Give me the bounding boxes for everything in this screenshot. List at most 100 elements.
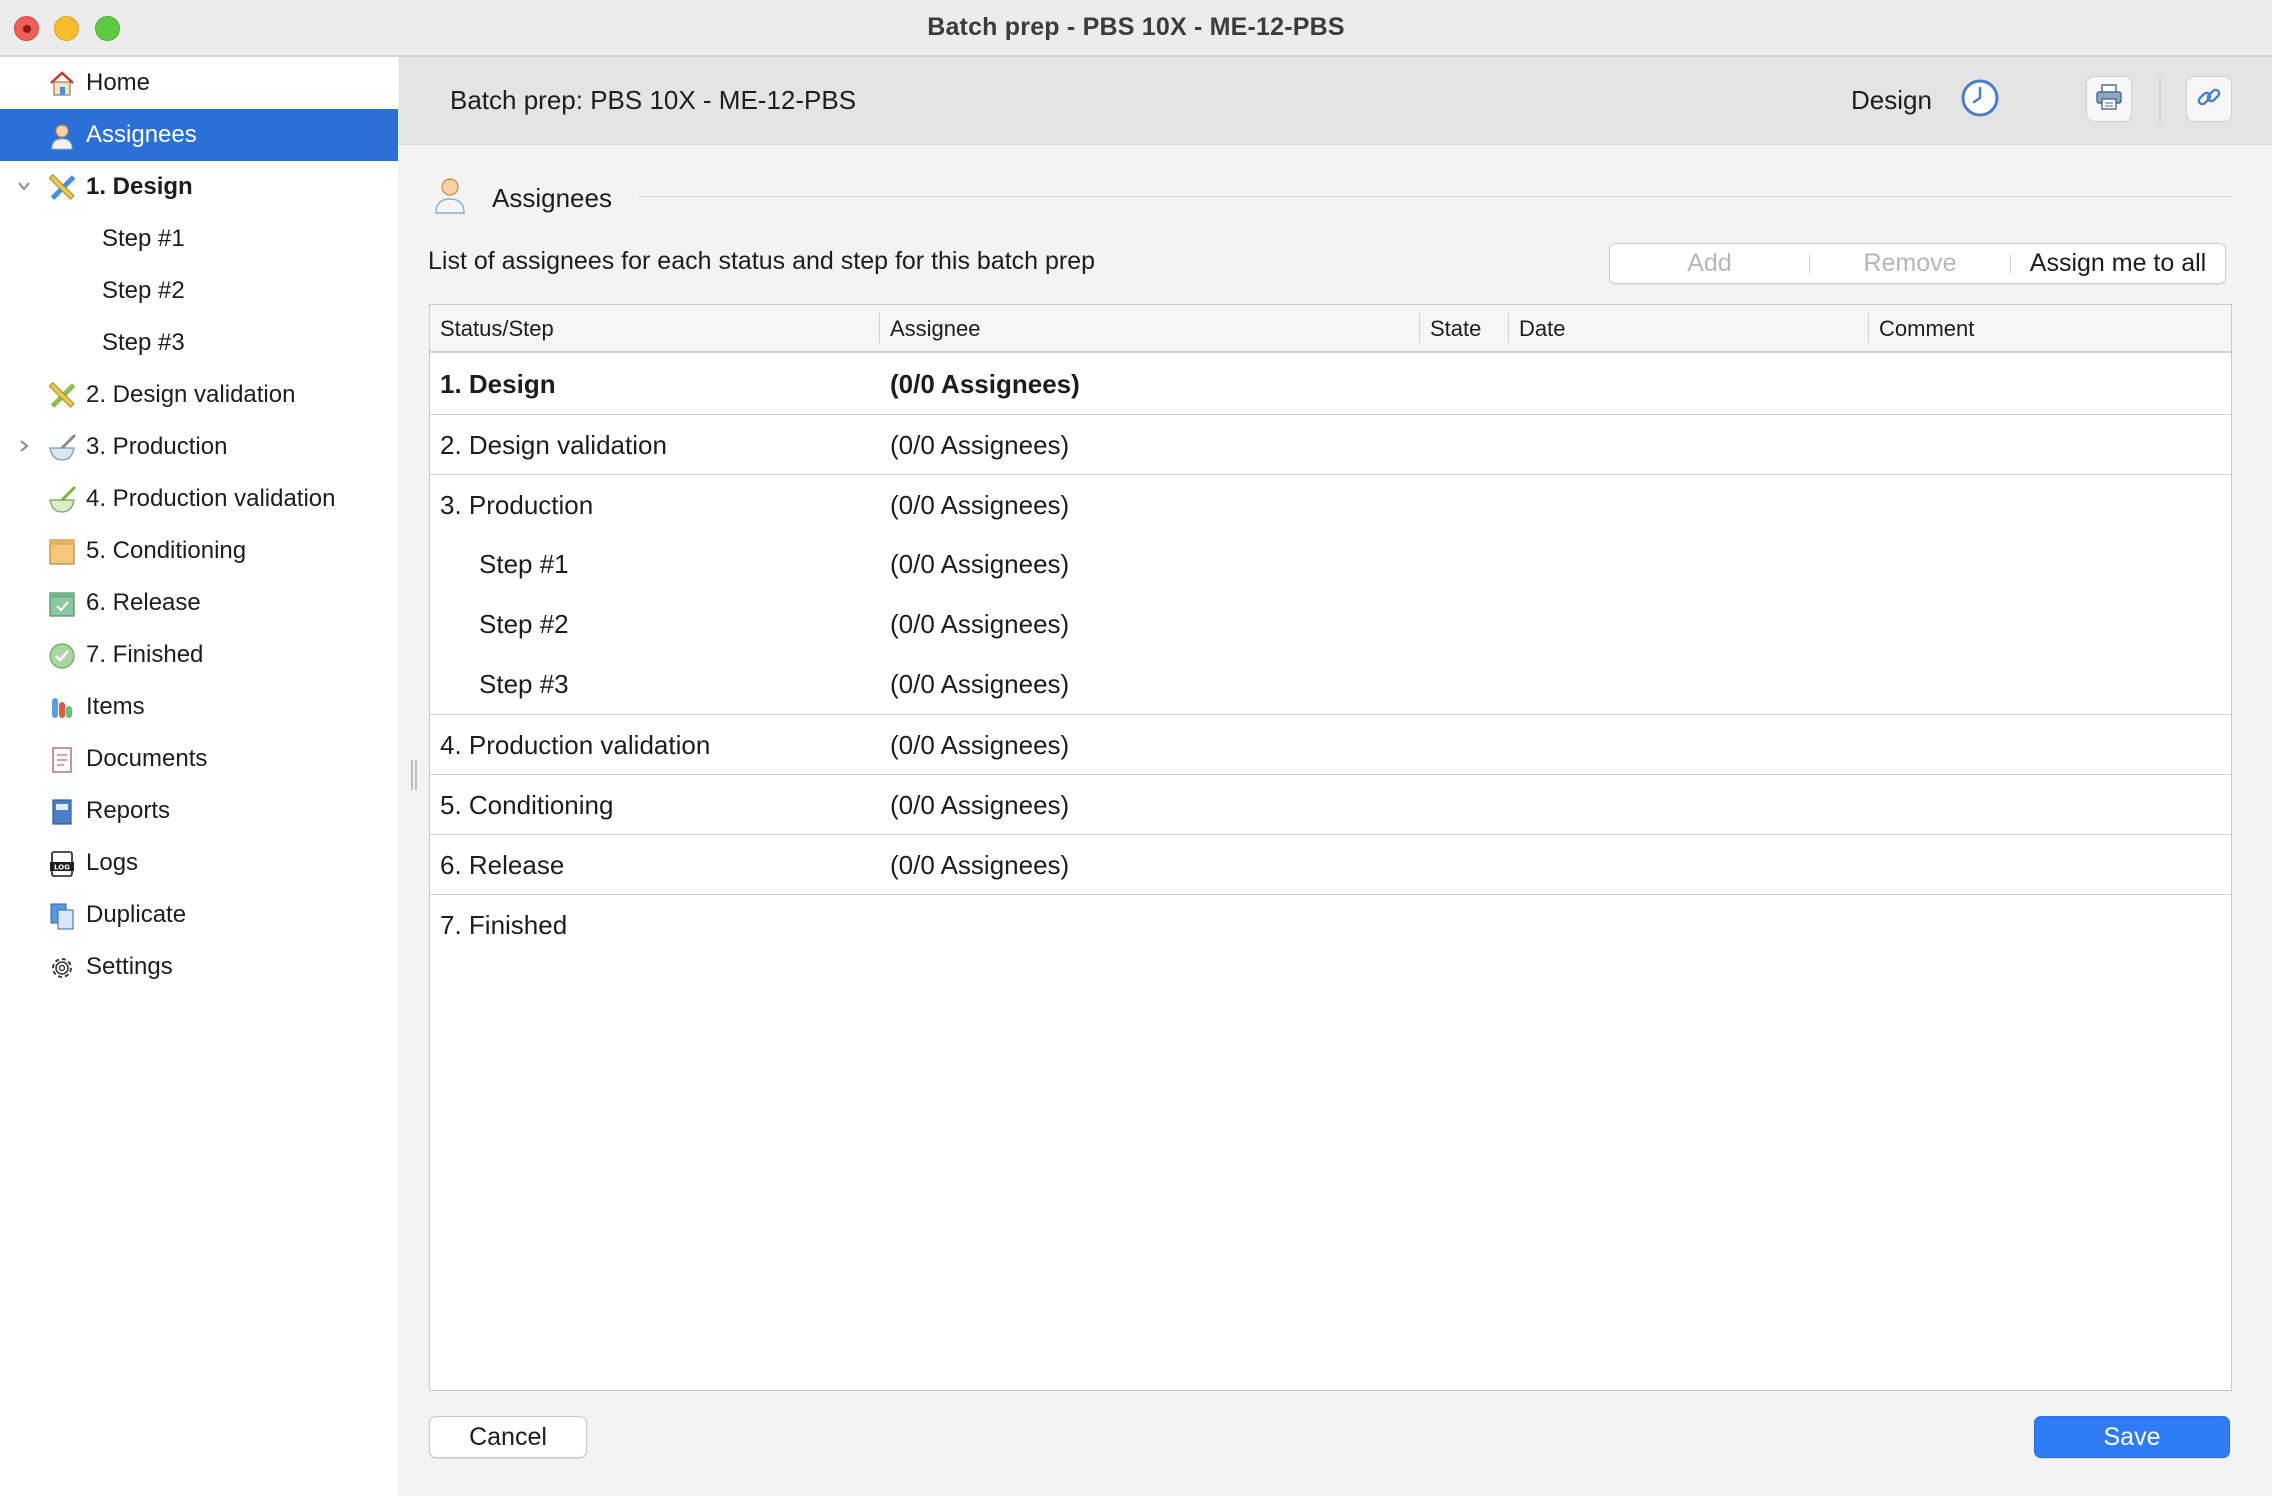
mortar-check-icon (48, 486, 76, 514)
table-row-production-validation[interactable]: 4. Production validation (0/0 Assignees) (430, 714, 2231, 774)
sidebar-item-design-step-3[interactable]: Step #3 (0, 317, 398, 369)
sidebar-item-design-validation[interactable]: 2. Design validation (0, 369, 398, 421)
history-clock-icon[interactable] (1959, 77, 2001, 119)
sidebar-item-release[interactable]: 6. Release (0, 577, 398, 629)
sidebar-item-label: Duplicate (86, 901, 187, 928)
sidebar: Home Assignees 1. Design Step #1 Step #2 (0, 57, 398, 1496)
table-row-design[interactable]: 1. Design (0/0 Assignees) (430, 354, 2231, 414)
section-title: Assignees (492, 183, 612, 213)
status-step-cell: 1. Design (440, 369, 556, 399)
assignee-user-icon (432, 175, 468, 215)
table-row-conditioning[interactable]: 5. Conditioning (0/0 Assignees) (430, 774, 2231, 834)
assignee-cell: (0/0 Assignees) (890, 549, 1070, 579)
check-circle-icon (48, 642, 76, 670)
status-step-cell: 7. Finished (440, 910, 568, 940)
status-step-cell: 2. Design validation (440, 430, 667, 460)
sidebar-item-label: Reports (86, 797, 171, 824)
pencil-ruler-icon (48, 174, 76, 202)
table-row-production[interactable]: 3. Production (0/0 Assignees) (430, 474, 2231, 534)
svg-text:LOG: LOG (54, 864, 70, 872)
sidebar-item-label: 1. Design (86, 173, 193, 200)
column-divider (1868, 313, 1869, 343)
sidebar-item-production-validation[interactable]: 4. Production validation (0, 473, 398, 525)
status-step-cell: Step #2 (479, 609, 569, 639)
box-icon (48, 538, 76, 566)
sidebar-item-label: Step #3 (102, 329, 185, 356)
table-row-production-step-2[interactable]: Step #2 (0/0 Assignees) (430, 594, 2231, 654)
sidebar-item-design-step-2[interactable]: Step #2 (0, 265, 398, 317)
table-row-release[interactable]: 6. Release (0/0 Assignees) (430, 834, 2231, 894)
column-header-state[interactable]: State (1430, 316, 1481, 342)
table-row-finished[interactable]: 7. Finished (430, 894, 2231, 954)
cancel-button[interactable]: Cancel (429, 1416, 587, 1458)
pencil-ruler-check-icon (48, 382, 76, 410)
release-box-icon (48, 590, 76, 618)
flasks-icon (48, 694, 76, 722)
sidebar-item-duplicate[interactable]: Duplicate (0, 889, 398, 941)
table-row-production-step-3[interactable]: Step #3 (0/0 Assignees) (430, 654, 2231, 714)
sidebar-item-assignees[interactable]: Assignees (0, 109, 398, 161)
section-divider (638, 196, 2232, 197)
sidebar-item-design[interactable]: 1. Design (0, 161, 398, 213)
remove-button[interactable]: Remove (1810, 244, 2010, 283)
column-header-assignee[interactable]: Assignee (890, 316, 981, 342)
chevron-right-icon[interactable] (14, 436, 34, 456)
toolbar-divider (2159, 77, 2161, 123)
sidebar-item-conditioning[interactable]: 5. Conditioning (0, 525, 398, 577)
table-header: Status/Step Assignee State Date Comment (430, 305, 2231, 353)
save-button[interactable]: Save (2034, 1416, 2230, 1458)
sidebar-item-design-step-1[interactable]: Step #1 (0, 213, 398, 265)
table-row-design-validation[interactable]: 2. Design validation (0/0 Assignees) (430, 414, 2231, 474)
section-description: List of assignees for each status and st… (428, 247, 1096, 275)
assignee-actions: Add Remove Assign me to all (1609, 243, 2226, 284)
link-icon (2194, 82, 2224, 117)
status-step-cell: 5. Conditioning (440, 790, 614, 820)
sidebar-item-settings[interactable]: Settings (0, 941, 398, 993)
chevron-down-icon[interactable] (14, 176, 34, 196)
sidebar-item-label: 6. Release (86, 589, 201, 616)
column-header-status-step[interactable]: Status/Step (440, 316, 554, 342)
sidebar-item-label: Logs (86, 849, 139, 876)
sidebar-item-label: Step #1 (102, 225, 185, 252)
status-label: Design (1851, 85, 1932, 115)
assignee-cell: (0/0 Assignees) (890, 730, 1070, 760)
batch-header: Batch prep: PBS 10X - ME-12-PBS Design (399, 57, 2272, 145)
sidebar-item-production[interactable]: 3. Production (0, 421, 398, 473)
sidebar-item-label: Documents (86, 745, 208, 772)
column-header-date[interactable]: Date (1519, 316, 1565, 342)
column-divider (1419, 313, 1420, 343)
home-icon (48, 70, 76, 98)
status-step-cell: Step #3 (479, 669, 569, 699)
status-step-cell: Step #1 (479, 549, 569, 579)
log-icon: LOG (48, 850, 76, 878)
assignees-table: Status/Step Assignee State Date Comment … (429, 304, 2232, 1391)
sidebar-item-label: Step #2 (102, 277, 185, 304)
duplicate-icon (48, 902, 76, 930)
sidebar-item-logs[interactable]: LOG Logs (0, 837, 398, 889)
add-button[interactable]: Add (1610, 244, 1809, 283)
document-icon (48, 746, 76, 774)
report-book-icon (48, 798, 76, 826)
assignee-cell: (0/0 Assignees) (890, 430, 1070, 460)
splitter-handle[interactable] (410, 760, 418, 790)
sidebar-item-label: Home (86, 69, 151, 96)
sidebar-item-label: 4. Production validation (86, 485, 336, 512)
sidebar-item-reports[interactable]: Reports (0, 785, 398, 837)
link-button[interactable] (2186, 76, 2232, 122)
table-row-production-step-1[interactable]: Step #1 (0/0 Assignees) (430, 534, 2231, 594)
page-title: Batch prep: PBS 10X - ME-12-PBS (450, 85, 857, 115)
column-header-comment[interactable]: Comment (1879, 316, 1974, 342)
assignee-cell: (0/0 Assignees) (890, 609, 1070, 639)
assignee-cell: (0/0 Assignees) (890, 669, 1070, 699)
sidebar-item-home[interactable]: Home (0, 57, 398, 109)
status-step-cell: 3. Production (440, 490, 594, 520)
assignee-cell: (0/0 Assignees) (890, 490, 1070, 520)
print-button[interactable] (2086, 76, 2132, 122)
sidebar-item-items[interactable]: Items (0, 681, 398, 733)
sidebar-item-label: Items (86, 693, 145, 720)
assign-me-to-all-button[interactable]: Assign me to all (2011, 244, 2225, 283)
sidebar-item-documents[interactable]: Documents (0, 733, 398, 785)
sidebar-item-finished[interactable]: 7. Finished (0, 629, 398, 681)
sidebar-item-label: Assignees (86, 121, 197, 148)
mortar-icon (48, 434, 76, 462)
